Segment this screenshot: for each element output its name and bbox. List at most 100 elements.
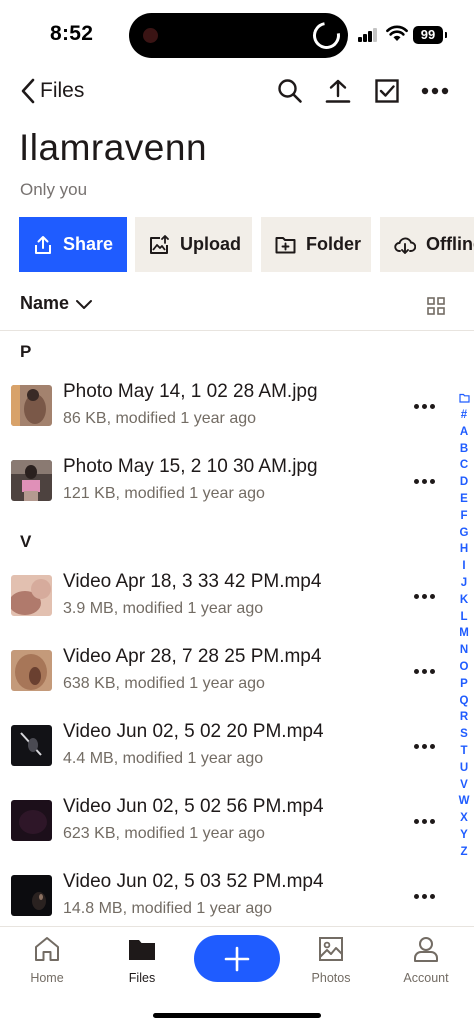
upload-image-icon [150,234,169,254]
account-icon [414,937,438,962]
section-header-v: V [20,532,32,551]
index-letter[interactable]: C [460,457,468,474]
file-name: Video Apr 28, 7 28 25 PM.mp4 [63,646,322,667]
tab-photos[interactable]: Photos [291,935,371,985]
file-more-button[interactable] [410,660,438,682]
search-button[interactable] [276,77,304,105]
chevron-left-icon [21,78,35,104]
file-name: Video Apr 18, 3 33 42 PM.mp4 [63,571,322,592]
file-name: Photo May 15, 2 10 30 AM.jpg [63,456,318,477]
upload-button[interactable] [324,77,352,105]
file-meta: 4.4 MB, modified 1 year ago [63,750,264,767]
photos-icon [319,937,343,961]
create-button[interactable] [194,935,280,982]
more-options-button[interactable] [421,77,449,105]
select-button[interactable] [373,77,401,105]
file-meta: 86 KB, modified 1 year ago [63,410,257,427]
top-navigation: Files [0,70,474,114]
index-letter[interactable]: U [460,760,468,777]
status-time: 8:52 [50,22,94,45]
tab-home[interactable]: Home [7,935,87,985]
upload-action-button[interactable]: Upload [135,217,252,272]
file-row[interactable]: Video Apr 28, 7 28 25 PM.mp4 638 KB, mod… [0,638,450,713]
file-row[interactable]: Photo May 14, 1 02 28 AM.jpg 86 KB, modi… [0,373,450,448]
index-letter[interactable]: Q [460,693,469,710]
home-icon [35,937,59,961]
index-letter[interactable]: D [460,474,468,491]
file-name: Video Jun 02, 5 02 56 PM.mp4 [63,796,324,817]
file-more-button[interactable] [410,585,438,607]
wifi-icon [386,25,408,41]
index-letter[interactable]: F [460,508,467,525]
file-row[interactable]: Photo May 15, 2 10 30 AM.jpg 121 KB, mod… [0,448,450,523]
index-letter[interactable]: N [460,642,468,659]
cellular-signal-icon [358,28,378,42]
sort-label: Name [20,293,70,313]
tab-files[interactable]: Files [102,935,182,985]
index-letter[interactable]: O [460,659,469,676]
index-letter[interactable]: W [459,793,470,810]
grid-view-icon[interactable] [426,296,446,316]
index-letter[interactable]: H [460,541,468,558]
back-button[interactable]: Files [20,76,84,106]
action-buttons: Share Upload Folder Offline [19,217,474,272]
sort-by-name-button[interactable]: Name [20,293,93,314]
index-letter[interactable]: E [460,491,468,508]
video-thumbnail [11,650,52,691]
dynamic-island [129,13,348,58]
file-thumbnail [11,385,52,426]
index-letter[interactable]: K [460,592,468,609]
bottom-tab-bar: Home Files Photos Account [0,926,474,1027]
activity-ring-icon [307,16,346,55]
file-more-button[interactable] [410,735,438,757]
home-indicator[interactable] [153,1013,321,1018]
file-more-button[interactable] [410,470,438,492]
new-folder-button[interactable]: Folder [261,217,371,272]
file-more-button[interactable] [410,810,438,832]
index-letter[interactable]: V [460,777,468,794]
index-letter[interactable]: I [462,558,465,575]
index-letter[interactable]: R [460,709,468,726]
folder-icon [129,940,155,960]
tab-account[interactable]: Account [386,935,466,985]
share-button[interactable]: Share [19,217,127,272]
index-letter[interactable]: P [460,676,468,693]
offline-button[interactable]: Offline [380,217,474,272]
file-thumbnail [11,460,52,501]
camera-dot [143,28,158,43]
file-more-button[interactable] [410,885,438,907]
tab-account-label: Account [403,971,449,985]
file-more-button[interactable] [410,395,438,417]
file-row[interactable]: Video Apr 18, 3 33 42 PM.mp4 3.9 MB, mod… [0,563,450,638]
index-letter[interactable]: T [460,743,467,760]
file-meta: 3.9 MB, modified 1 year ago [63,600,264,617]
index-letter[interactable]: S [460,726,468,743]
index-letter[interactable]: B [460,441,468,458]
index-letter[interactable]: Y [460,827,468,844]
new-folder-icon [275,237,296,254]
index-letter[interactable]: X [460,810,468,827]
index-letter[interactable]: J [461,575,467,592]
file-name: Video Jun 02, 5 02 20 PM.mp4 [63,721,324,742]
index-letter[interactable]: L [460,609,467,626]
file-row[interactable]: Video Jun 02, 5 02 20 PM.mp4 4.4 MB, mod… [0,713,450,788]
share-icon [35,235,51,254]
index-letter[interactable]: M [459,625,469,642]
index-letter[interactable]: # [461,407,467,424]
index-letter[interactable]: Z [460,844,467,861]
alphabet-index[interactable]: # A B C D E F G H I J K L M N O P Q R S … [455,393,473,861]
index-letter[interactable]: G [460,525,469,542]
index-letter[interactable]: A [460,424,468,441]
folder-title: Ilamravenn [19,127,208,168]
folder-index-icon[interactable] [458,393,470,403]
tab-home-label: Home [30,971,64,985]
file-name: Video Jun 02, 5 03 52 PM.mp4 [63,871,324,892]
video-thumbnail [11,575,52,616]
more-horizontal-icon [421,87,449,95]
file-meta: 638 KB, modified 1 year ago [63,675,265,692]
video-thumbnail [11,800,52,841]
file-row[interactable]: Video Jun 02, 5 02 56 PM.mp4 623 KB, mod… [0,788,450,863]
tab-photos-label: Photos [311,971,351,985]
plus-icon [224,946,250,971]
share-label: Share [63,234,114,254]
